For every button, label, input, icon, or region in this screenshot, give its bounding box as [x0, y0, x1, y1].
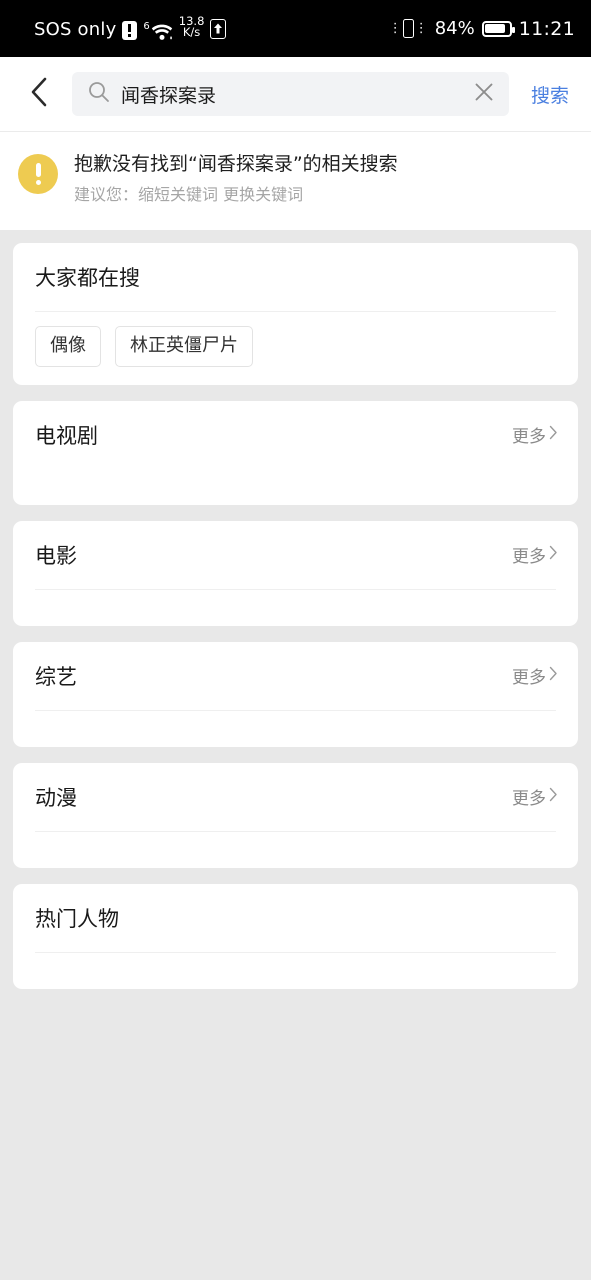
- battery-percent-label: 84%: [434, 18, 475, 39]
- section-header: 电影 更多: [13, 521, 578, 589]
- section-more-label: 更多: [512, 427, 546, 448]
- wifi-icon: [151, 24, 173, 41]
- section-body: [13, 832, 578, 868]
- hot-search-header: 大家都在搜: [13, 243, 578, 311]
- section-more-link[interactable]: 更多: [512, 663, 558, 688]
- section-body: [13, 711, 578, 747]
- search-icon: [88, 81, 110, 107]
- section-more-link[interactable]: 更多: [512, 422, 558, 447]
- content-area: 大家都在搜 偶像 林正英僵尸片 电视剧 更多 电影 更多 综艺 更多 动漫 更多…: [0, 229, 591, 989]
- back-chevron-icon: [29, 76, 49, 112]
- hot-search-tag[interactable]: 林正英僵尸片: [115, 325, 253, 367]
- section-title: 综艺: [35, 664, 77, 689]
- search-query-text[interactable]: 闻香探案录: [121, 81, 460, 108]
- warning-icon: [18, 154, 58, 194]
- section-card-variety: 综艺 更多: [13, 641, 578, 747]
- section-card-movie: 电影 更多: [13, 520, 578, 626]
- hot-search-body: 偶像 林正英僵尸片: [13, 312, 578, 385]
- section-header: 动漫 更多: [13, 763, 578, 831]
- section-header: 综艺 更多: [13, 642, 578, 710]
- section-card-tv: 电视剧 更多: [13, 400, 578, 505]
- section-title: 电影: [35, 543, 77, 568]
- section-title: 热门人物: [35, 906, 119, 931]
- battery-icon: [481, 20, 515, 37]
- no-results-text: 抱歉没有找到“闻香探案录”的相关搜索 建议您：缩短关键词 更换关键词: [74, 152, 398, 204]
- no-results-suggestion: 建议您：缩短关键词 更换关键词: [74, 184, 304, 204]
- section-body: [13, 953, 578, 989]
- clock-label: 11:21: [518, 17, 575, 40]
- search-header: 闻香探案录 搜索: [0, 57, 591, 132]
- section-card-anime: 动漫 更多: [13, 762, 578, 868]
- close-icon: [472, 80, 496, 108]
- no-results-title: 抱歉没有找到“闻香探案录”的相关搜索: [74, 153, 398, 175]
- hot-search-card: 大家都在搜 偶像 林正英僵尸片: [13, 242, 578, 385]
- section-body: [13, 590, 578, 626]
- section-more-link[interactable]: 更多: [512, 784, 558, 809]
- network-speed: 13.8 K/s: [179, 15, 205, 39]
- upload-arrow-icon: [210, 18, 227, 39]
- network-speed-unit: K/s: [182, 24, 201, 39]
- clear-search-button[interactable]: [471, 81, 497, 107]
- chevron-right-icon: [549, 787, 558, 807]
- wifi-generation-label: 6: [143, 20, 150, 32]
- search-submit-button[interactable]: 搜索: [521, 75, 577, 114]
- back-button[interactable]: [18, 73, 60, 115]
- section-more-label: 更多: [512, 668, 546, 689]
- section-more-link[interactable]: 更多: [512, 542, 558, 567]
- alert-badge-icon: [122, 20, 138, 40]
- section-header: 热门人物: [13, 884, 578, 952]
- carrier-label: SOS only: [34, 18, 117, 40]
- wifi-indicator: 6: [143, 20, 173, 41]
- section-body: [13, 469, 578, 505]
- no-results-notice: 抱歉没有找到“闻香探案录”的相关搜索 建议您：缩短关键词 更换关键词: [0, 132, 591, 230]
- section-title: 电视剧: [35, 423, 98, 448]
- chevron-right-icon: [549, 545, 558, 565]
- section-card-people: 热门人物: [13, 883, 578, 989]
- hot-search-tag[interactable]: 偶像: [35, 325, 101, 367]
- section-more-label: 更多: [512, 547, 546, 568]
- status-bar: SOS only 6 13.8 K/s ⋮ ⋮ 84% 11:21: [0, 0, 591, 57]
- hot-search-title: 大家都在搜: [35, 265, 140, 290]
- chevron-right-icon: [549, 425, 558, 445]
- section-header: 电视剧 更多: [13, 401, 578, 469]
- status-bar-left: SOS only 6 13.8 K/s: [34, 15, 227, 41]
- section-more-label: 更多: [512, 789, 546, 810]
- vibrate-icon: ⋮ ⋮: [388, 19, 428, 38]
- chevron-right-icon: [549, 666, 558, 686]
- hot-search-tag-list: 偶像 林正英僵尸片: [35, 325, 556, 367]
- status-bar-right: ⋮ ⋮ 84% 11:21: [389, 18, 575, 40]
- search-input[interactable]: 闻香探案录: [72, 72, 509, 116]
- section-title: 动漫: [35, 785, 77, 810]
